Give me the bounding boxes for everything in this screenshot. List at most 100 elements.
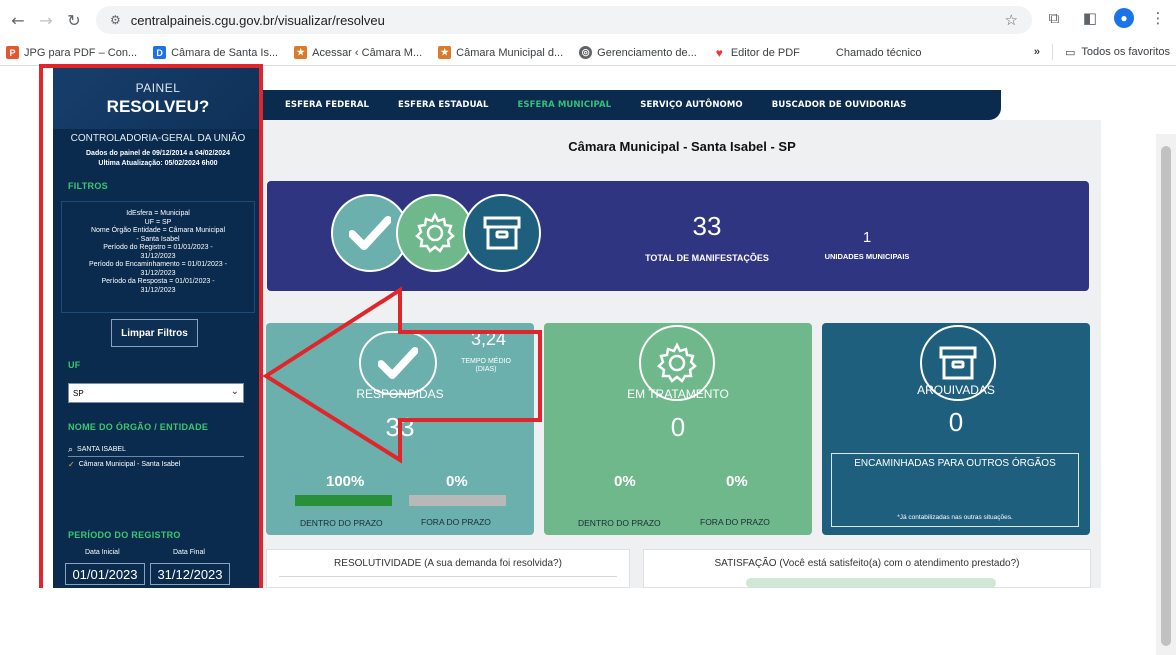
org-search-input[interactable]: ⌕ SANTA ISABEL	[68, 443, 244, 457]
globe-icon: ◎	[579, 46, 593, 59]
forwarded-label: ENCAMINHADAS PARA OUTROS ÓRGÃOS	[854, 458, 1056, 469]
forward-icon[interactable]: →	[32, 6, 60, 34]
municipal-units-label: UNIDADES MUNICIPAIS	[824, 252, 910, 261]
in-time-bar	[295, 495, 392, 506]
chevron-down-icon: ⌄	[230, 386, 239, 397]
sidebar: PAINEL RESOLVEU? CONTROLADORIA-GERAL DA …	[53, 67, 263, 588]
tab-esfera-estadual[interactable]: ESFERA ESTADUAL	[398, 100, 488, 110]
forwarded-note: *Já contabilizadas nas outras situações.	[897, 514, 1013, 521]
summary-banner: 33 TOTAL DE MANIFESTAÇÕES 1 UNIDADES MUN…	[267, 181, 1089, 291]
page-scrollbar[interactable]	[1156, 134, 1176, 655]
tab-esfera-municipal[interactable]: ESFERA MUNICIPAL	[518, 100, 612, 110]
bookmark-item[interactable]: Chamado técnico	[836, 47, 922, 59]
bookmark-item[interactable]: D Câmara de Santa Is...	[153, 46, 278, 59]
filter-line: 31/12/2023	[140, 286, 176, 294]
date-end-input[interactable]: 31/12/2023	[150, 563, 230, 585]
filters-heading: FILTROS	[68, 181, 108, 191]
menu-icon[interactable]: ⋮	[1146, 6, 1170, 30]
clear-filters-button[interactable]: Limpar Filtros	[111, 319, 198, 347]
sphere-nav: ESFERA FEDERAL ESFERA ESTADUAL ESFERA MU…	[263, 90, 1001, 120]
bookmark-item[interactable]: ◎ Gerenciamento de...	[579, 46, 697, 59]
bookmark-item[interactable]: P JPG para PDF – Con...	[6, 46, 137, 59]
org-checked-label: Câmara Municipal - Santa Isabel	[78, 461, 181, 468]
filter-line: 31/12/2023	[140, 269, 176, 277]
seal-icon: ★	[294, 46, 308, 59]
active-filters: IdEsfera = Municipal UF = SP Nome Órgão …	[61, 201, 255, 313]
in-time-pct: 0%	[614, 473, 636, 490]
total-manifestations-label: TOTAL DE MANIFESTAÇÕES	[645, 253, 769, 263]
card-value: 0	[948, 407, 964, 437]
satisfacao-panel: SATISFAÇÃO (Você está satisfeito(a) com …	[643, 549, 1091, 588]
card-em-tratamento[interactable]: EM TRATAMENTO 0 0% 0% DENTRO DO PRAZO FO…	[544, 323, 812, 535]
bookmark-item[interactable]: ★ Câmara Municipal d...	[438, 46, 563, 59]
site-info-icon[interactable]: ⚙	[110, 13, 121, 27]
satisfacao-title: SATISFAÇÃO (Você está satisfeito(a) com …	[714, 558, 1020, 569]
filter-line: Nome Órgão Entidade = Câmara Municipal	[90, 227, 226, 234]
seal-icon: ★	[438, 46, 452, 59]
period-heading: PERÍODO DO REGISTRO	[68, 530, 181, 540]
bookmark-item[interactable]: ★ Acessar ‹ Câmara M...	[294, 46, 422, 59]
card-respondidas[interactable]: 3,24 TEMPO MÉDIO (DIAS) RESPONDIDAS 33 1…	[266, 323, 534, 535]
out-time-label: FORA DO PRAZO	[700, 517, 770, 527]
org-name: CONTROLADORIA-GERAL DA UNIÃO	[70, 133, 246, 144]
archive-box-icon	[463, 194, 541, 272]
heart-icon: ♥	[715, 45, 723, 60]
out-time-label: FORA DO PRAZO	[421, 517, 491, 527]
all-bookmarks-link[interactable]: Todos os favoritos	[1081, 46, 1170, 58]
checkmark-icon: ✓	[68, 460, 75, 469]
resolutividade-panel: RESOLUTIVIDADE (A sua demanda foi resolv…	[266, 549, 630, 588]
avg-time-value: 3,24	[471, 329, 507, 349]
total-manifestations-value: 33	[692, 211, 722, 241]
bookmark-star-icon[interactable]: ☆	[1005, 11, 1018, 29]
uf-selected-value: SP	[73, 388, 84, 398]
browser-toolbar: ← → ↻ ⚙ centralpaineis.cgu.gov.br/visual…	[0, 0, 1176, 40]
divider	[279, 576, 617, 577]
divider	[1051, 44, 1053, 60]
uf-select[interactable]: SP ⌄	[68, 383, 244, 403]
forwarded-box: ENCAMINHADAS PARA OUTROS ÓRGÃOS *Já cont…	[831, 453, 1079, 527]
out-time-bar	[409, 495, 506, 506]
scrollbar-thumb[interactable]	[1161, 146, 1171, 646]
address-bar[interactable]: ⚙ centralpaineis.cgu.gov.br/visualizar/r…	[96, 6, 1032, 34]
filter-line: 31/12/2023	[140, 252, 176, 260]
filter-line: Período do Encaminhamento = 01/01/2023 -	[89, 261, 227, 268]
check-icon	[359, 331, 437, 395]
filter-line: Período do Registro = 01/01/2023 -	[103, 244, 213, 251]
date-start-label: Data Inicial	[85, 549, 120, 556]
tab-servico-autonomo[interactable]: SERVIÇO AUTÔNOMO	[640, 100, 743, 110]
extensions-icon[interactable]: ⧉	[1042, 6, 1066, 30]
bookmark-item[interactable]: ♥ Editor de PDF	[713, 45, 800, 60]
bookmarks-right: » ▭ Todos os favoritos	[1034, 44, 1170, 60]
bookmarks-overflow-icon[interactable]: »	[1034, 46, 1040, 58]
date-end-label: Data Final	[173, 549, 205, 556]
municipal-units-value: 1	[862, 229, 872, 246]
out-time-pct: 0%	[726, 473, 748, 490]
page-content: PAINEL RESOLVEU? CONTROLADORIA-GERAL DA …	[0, 67, 1176, 655]
dates-range: Dados do painel de 09/12/2014 a 04/02/20…	[86, 150, 230, 157]
card-arquivadas[interactable]: ARQUIVADAS 0 ENCAMINHADAS PARA OUTROS ÓR…	[822, 323, 1090, 535]
url-text: centralpaineis.cgu.gov.br/visualizar/res…	[130, 12, 385, 28]
avg-time-label: TEMPO MÉDIO (DIAS)	[461, 358, 511, 373]
filter-line: UF = SP	[144, 218, 172, 226]
tab-buscador-ouvidorias[interactable]: BUSCADOR DE OUVIDORIAS	[772, 100, 907, 110]
filter-line: IdEsfera = Municipal	[126, 210, 190, 217]
d-icon: D	[153, 46, 167, 59]
card-title: RESPONDIDAS	[356, 387, 444, 401]
tab-esfera-federal[interactable]: ESFERA FEDERAL	[285, 100, 369, 110]
reload-icon[interactable]: ↻	[60, 6, 88, 34]
profile-avatar[interactable]: ●	[1114, 8, 1134, 28]
side-panel-icon[interactable]: ◧	[1078, 6, 1102, 30]
panel-logo[interactable]: PAINEL RESOLVEU?	[53, 67, 263, 129]
org-checkbox-item[interactable]: ✓ Câmara Municipal - Santa Isabel	[68, 460, 180, 469]
out-time-pct: 0%	[446, 473, 468, 490]
card-value: 0	[670, 412, 686, 442]
card-title: ARQUIVADAS	[917, 383, 995, 397]
logo-line1: PAINEL	[135, 81, 181, 95]
date-start-input[interactable]: 01/01/2023	[65, 563, 145, 585]
uf-heading: UF	[68, 360, 81, 370]
logo-line2: RESOLVEU?	[106, 97, 210, 116]
card-value: 33	[385, 412, 415, 442]
resolutividade-title: RESOLUTIVIDADE (A sua demanda foi resolv…	[334, 558, 562, 569]
back-icon[interactable]: ←	[4, 6, 32, 34]
filter-line: Período da Resposta = 01/01/2023 -	[101, 278, 215, 285]
